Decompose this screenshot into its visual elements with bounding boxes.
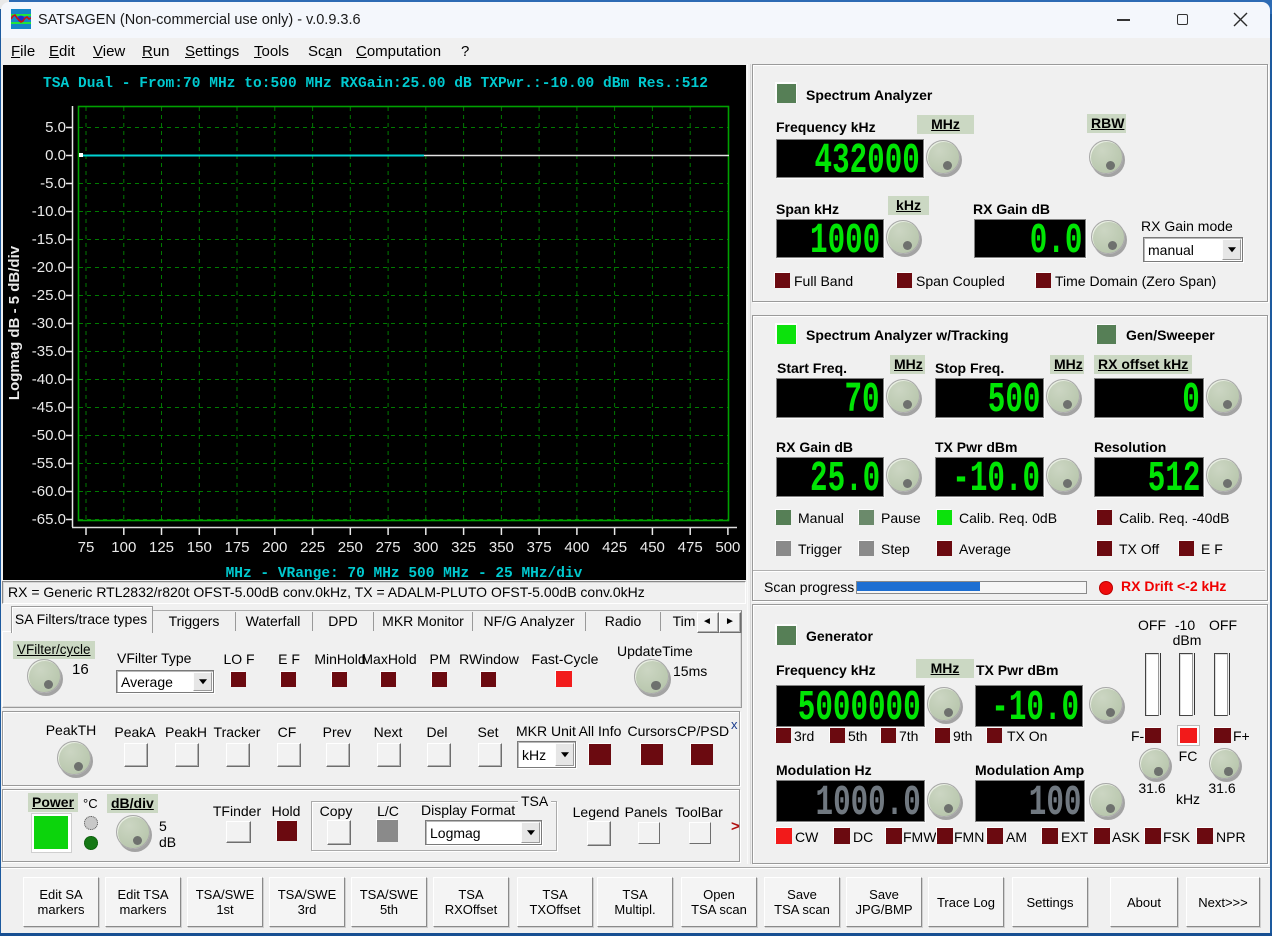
svg-text:-10.0: -10.0 [32, 203, 66, 220]
svg-text:475: 475 [678, 539, 703, 556]
svg-text:-55.0: -55.0 [32, 455, 66, 472]
svg-text:-30.0: -30.0 [32, 315, 66, 332]
svg-text:275: 275 [376, 539, 401, 556]
svg-text:100: 100 [111, 539, 136, 556]
svg-text:0.0: 0.0 [45, 147, 66, 164]
svg-text:MHz - VRange: 70 MHz 500 MHz -: MHz - VRange: 70 MHz 500 MHz - 25 MHz/di… [226, 566, 583, 580]
svg-text:175: 175 [224, 539, 249, 556]
svg-text:-40.0: -40.0 [32, 371, 66, 388]
svg-text:500: 500 [715, 539, 740, 556]
svg-text:200: 200 [262, 539, 287, 556]
svg-text:Logmag dB - 5 dB/div: Logmag dB - 5 dB/div [6, 245, 23, 400]
svg-text:125: 125 [149, 539, 174, 556]
svg-text:-50.0: -50.0 [32, 427, 66, 444]
svg-text:375: 375 [527, 539, 552, 556]
svg-text:300: 300 [413, 539, 438, 556]
svg-text:450: 450 [640, 539, 665, 556]
svg-text:225: 225 [300, 539, 325, 556]
svg-text:-15.0: -15.0 [32, 231, 66, 248]
svg-text:350: 350 [489, 539, 514, 556]
svg-text:-45.0: -45.0 [32, 399, 66, 416]
svg-text:-60.0: -60.0 [32, 483, 66, 500]
svg-text:-5.0: -5.0 [40, 175, 66, 192]
svg-text:425: 425 [602, 539, 627, 556]
svg-text:75: 75 [78, 539, 95, 556]
svg-text:250: 250 [338, 539, 363, 556]
svg-text:TSA Dual - From:70 MHz to:500: TSA Dual - From:70 MHz to:500 MHz RXGain… [43, 76, 708, 92]
svg-text:325: 325 [451, 539, 476, 556]
svg-text:400: 400 [564, 539, 589, 556]
svg-text:-25.0: -25.0 [32, 287, 66, 304]
svg-text:-65.0: -65.0 [32, 511, 66, 528]
svg-text:-35.0: -35.0 [32, 343, 66, 360]
svg-text:5.0: 5.0 [45, 119, 66, 136]
svg-text:150: 150 [187, 539, 212, 556]
svg-text:-20.0: -20.0 [32, 259, 66, 276]
